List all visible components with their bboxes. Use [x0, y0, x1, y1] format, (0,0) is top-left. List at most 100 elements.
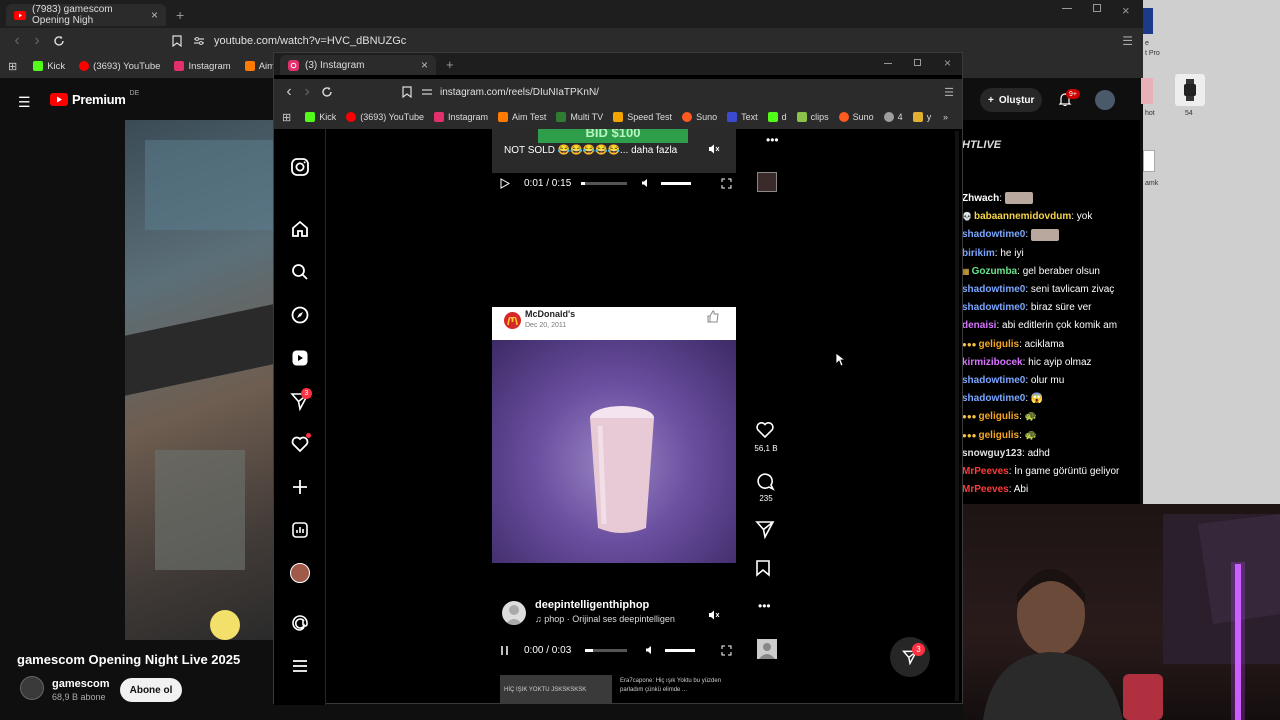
- bookmark-4[interactable]: 4: [883, 112, 903, 122]
- bookmark-folder-y[interactable]: y: [912, 112, 931, 122]
- profile-avatar[interactable]: [290, 563, 310, 583]
- volume-icon[interactable]: [645, 645, 655, 655]
- save-bookmark-icon[interactable]: [755, 559, 777, 577]
- desktop-file-icon[interactable]: [1141, 78, 1153, 104]
- main-reel-video[interactable]: McDonald's Dec 20, 2011: [492, 307, 736, 563]
- apps-grid-icon[interactable]: ⊞: [8, 60, 17, 73]
- mute-icon[interactable]: [708, 609, 720, 621]
- forward-icon[interactable]: ›: [30, 32, 44, 49]
- page-scrollbar[interactable]: [955, 131, 959, 701]
- maximize-icon[interactable]: [914, 59, 921, 66]
- apps-grid-icon[interactable]: ⊞: [282, 111, 291, 124]
- forward-icon[interactable]: ›: [300, 83, 314, 100]
- channel-avatar[interactable]: [20, 676, 44, 700]
- new-tab-icon[interactable]: +: [446, 57, 454, 72]
- bookmark-aim-test[interactable]: Aim Test: [498, 112, 546, 122]
- chat-username[interactable]: Zhwach: [962, 193, 999, 204]
- like-heart-icon[interactable]: [755, 421, 777, 439]
- bookmark-youtube[interactable]: (3693) YouTube: [79, 61, 160, 72]
- subscribe-button[interactable]: Abone ol: [120, 678, 182, 702]
- chat-username[interactable]: geligulis: [979, 411, 1020, 422]
- share-send-icon[interactable]: [755, 519, 777, 539]
- chat-username[interactable]: shadowtime0: [962, 393, 1025, 404]
- maximize-icon[interactable]: [1093, 4, 1101, 12]
- reel-username[interactable]: deepintelligenthiphop: [535, 599, 649, 611]
- bookmark-kick[interactable]: Kick: [33, 61, 65, 72]
- fullscreen-icon[interactable]: [721, 178, 732, 189]
- top-reel-video[interactable]: BID $100 NOT SOLD 😂😂😂😂😂... daha fazla: [492, 129, 736, 173]
- chat-username[interactable]: snowguy123: [962, 448, 1022, 459]
- progress-bar[interactable]: [581, 181, 628, 185]
- ig-tab[interactable]: (3) Instagram ×: [280, 55, 436, 75]
- minimize-icon[interactable]: [884, 63, 892, 64]
- chat-username[interactable]: MrPeeves: [962, 466, 1009, 477]
- close-icon[interactable]: ×: [421, 58, 428, 72]
- chat-username[interactable]: geligulis: [979, 430, 1020, 441]
- close-icon[interactable]: ×: [151, 8, 158, 22]
- more-menu-icon[interactable]: [290, 656, 310, 676]
- menu-icon[interactable]: ☰: [944, 86, 954, 99]
- next-reel-preview[interactable]: HİÇ IŞIK YOKTU JSKSKSKSK: [500, 675, 612, 703]
- messages-fab[interactable]: [890, 637, 930, 677]
- bookmark-multi-tv[interactable]: Multi TV: [556, 112, 603, 122]
- bookmark-youtube[interactable]: (3693) YouTube: [346, 112, 424, 122]
- desktop-doc-icon[interactable]: [1143, 150, 1155, 172]
- dashboard-icon[interactable]: [290, 520, 310, 540]
- more-options-icon[interactable]: •••: [766, 133, 779, 147]
- youtube-logo[interactable]: Premium DE: [50, 90, 139, 107]
- author-avatar[interactable]: [502, 601, 526, 625]
- volume-icon[interactable]: [641, 178, 651, 188]
- volume-slider[interactable]: [665, 648, 696, 652]
- site-settings-icon[interactable]: [192, 34, 206, 48]
- chat-username[interactable]: MrPeeves: [962, 484, 1009, 495]
- bookmark-instagram[interactable]: Instagram: [174, 61, 231, 72]
- bookmark-kick[interactable]: Kick: [305, 112, 336, 122]
- bookmark-instagram[interactable]: Instagram: [433, 112, 488, 122]
- play-icon[interactable]: [500, 177, 510, 189]
- hamburger-menu-icon[interactable]: ☰: [18, 94, 31, 111]
- create-plus-icon[interactable]: [290, 477, 310, 497]
- chat-username[interactable]: shadowtime0: [962, 302, 1025, 313]
- back-icon[interactable]: ‹: [282, 83, 296, 100]
- reload-icon[interactable]: [320, 85, 334, 99]
- bookmark-icon[interactable]: [400, 85, 414, 99]
- create-button[interactable]: + Oluştur: [980, 88, 1042, 112]
- yt-tab[interactable]: (7983) gamescom Opening Nigh ×: [6, 4, 166, 26]
- minimize-icon[interactable]: [1062, 8, 1072, 9]
- chat-username[interactable]: shadowtime0: [962, 229, 1025, 240]
- new-tab-icon[interactable]: +: [176, 7, 184, 23]
- avatar[interactable]: [1095, 90, 1115, 110]
- chat-username[interactable]: Gozumba: [972, 266, 1018, 277]
- bookmark-d[interactable]: d: [767, 112, 787, 122]
- bookmark-text[interactable]: Text: [727, 112, 758, 122]
- yt-address-bar[interactable]: youtube.com/watch?v=HVC_dBNUZGc: [214, 35, 406, 47]
- site-settings-icon[interactable]: [420, 85, 434, 99]
- volume-slider[interactable]: [661, 181, 692, 185]
- chat-username[interactable]: denaisi: [962, 320, 996, 331]
- bookmark-suno-2[interactable]: Suno: [838, 112, 874, 122]
- comment-icon[interactable]: [755, 471, 777, 491]
- home-icon[interactable]: [290, 219, 310, 239]
- fullscreen-icon[interactable]: [721, 645, 732, 656]
- window-close-icon[interactable]: ×: [1122, 3, 1130, 18]
- chat-username[interactable]: kirmizibocek: [962, 357, 1023, 368]
- chat-username[interactable]: shadowtime0: [962, 375, 1025, 386]
- chat-username[interactable]: shadowtime0: [962, 284, 1025, 295]
- watch-icon[interactable]: [1175, 74, 1205, 106]
- bookmark-suno[interactable]: Suno: [682, 112, 717, 122]
- instagram-logo-icon[interactable]: [290, 157, 310, 177]
- bookmark-speed-test[interactable]: Speed Test: [613, 112, 672, 122]
- explore-compass-icon[interactable]: [290, 305, 310, 325]
- ig-address-bar[interactable]: instagram.com/reels/DIuNIaTPKnN/: [440, 87, 599, 98]
- mute-icon[interactable]: [708, 143, 720, 155]
- more-options-icon[interactable]: •••: [758, 599, 771, 613]
- threads-icon[interactable]: [290, 613, 310, 633]
- youtube-video-player[interactable]: [125, 120, 273, 640]
- chat-username[interactable]: babaannemidovdum: [974, 211, 1071, 222]
- menu-icon[interactable]: ☰: [1122, 34, 1133, 48]
- more-bookmarks-icon[interactable]: »: [943, 112, 948, 122]
- window-close-icon[interactable]: ×: [944, 56, 951, 70]
- reel-audio[interactable]: ♫ phop · Orijinal ses deepintelligen: [535, 614, 675, 624]
- chat-username[interactable]: birikim: [962, 248, 995, 259]
- channel-name[interactable]: gamescom: [52, 678, 109, 690]
